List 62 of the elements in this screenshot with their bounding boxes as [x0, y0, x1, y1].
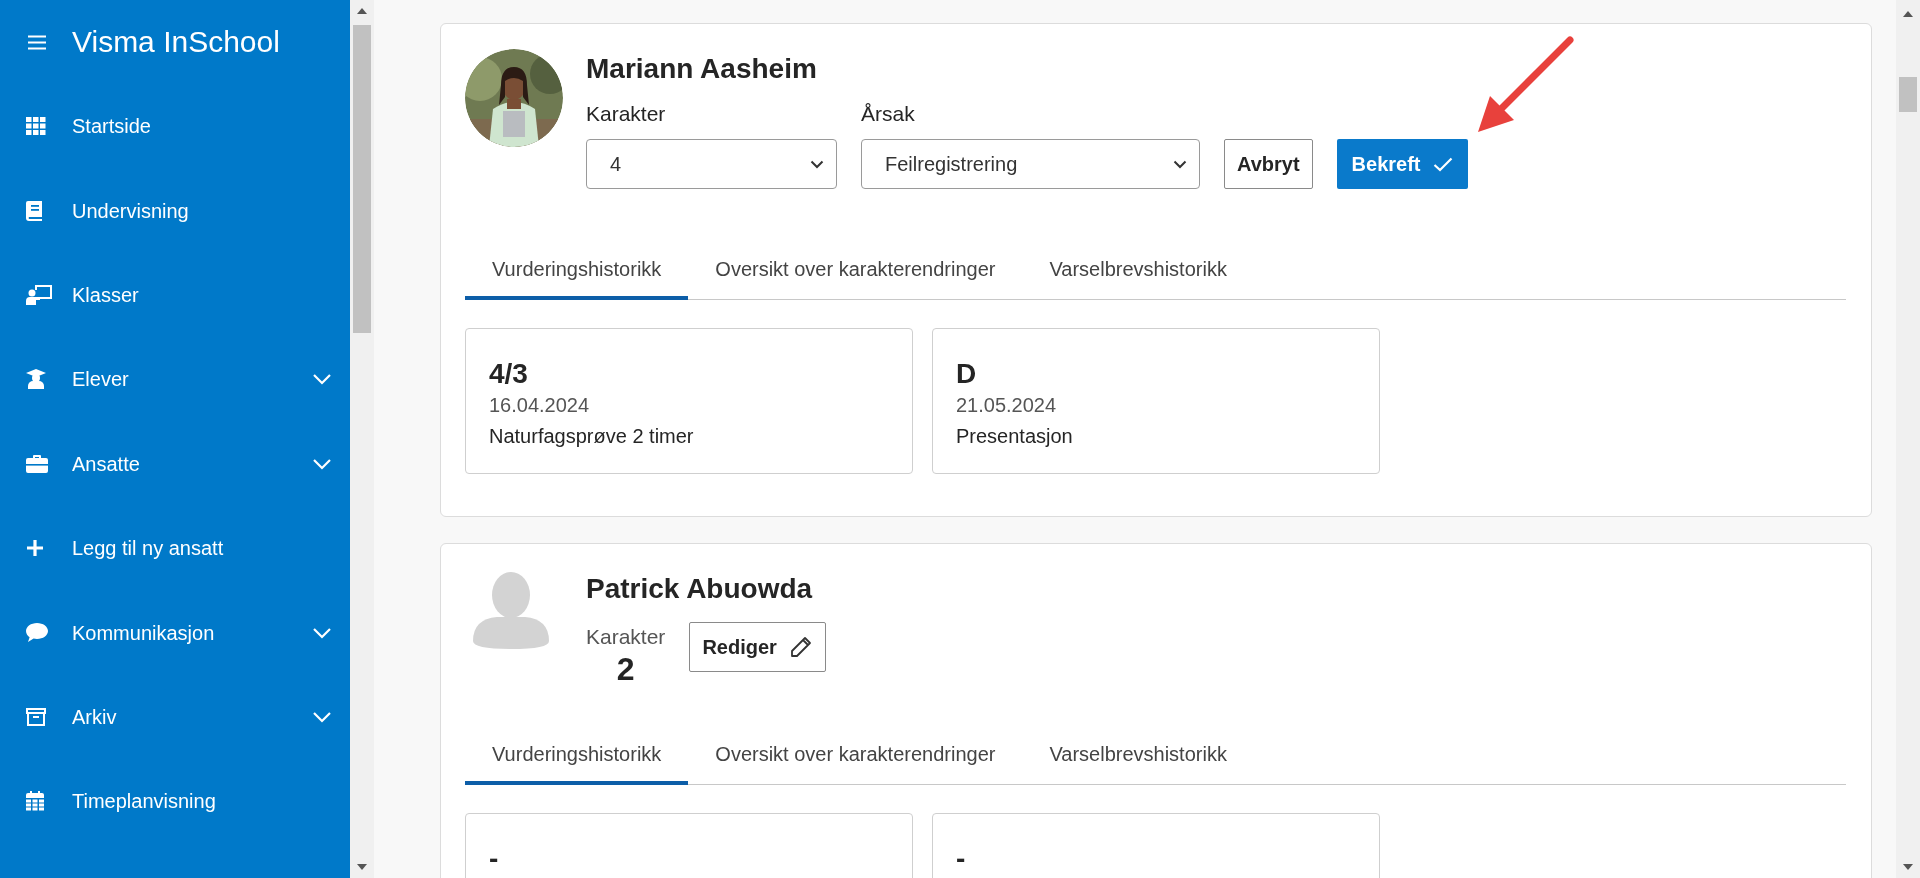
tab[interactable]: Vurderingshistorikk — [465, 726, 689, 785]
student-name: Mariann Aasheim — [586, 52, 818, 86]
pencil-icon — [788, 635, 813, 659]
student-name: Patrick Abuowda — [586, 572, 814, 606]
confirm-button[interactable]: Bekreft — [1336, 139, 1468, 189]
assessment-title: Naturfagsprøve 2 timer — [489, 424, 695, 449]
assessment-date: 21.05.2024 — [956, 393, 1058, 418]
assessment-date: 16.04.2024 — [489, 393, 591, 418]
caret-down-icon — [1173, 159, 1187, 169]
archive-box-icon — [26, 707, 46, 726]
sidebar-item[interactable]: Timeplanvisning — [0, 759, 350, 844]
grade-value: - — [956, 842, 967, 876]
sidebar-item[interactable]: Kommunikasjon — [0, 590, 350, 675]
scroll-thumb[interactable] — [353, 25, 371, 333]
scrollbar[interactable] — [350, 0, 374, 878]
tab[interactable]: Varselbrevshistorikk — [1022, 241, 1254, 300]
scroll-thumb[interactable] — [1899, 77, 1917, 112]
menu-button[interactable] — [28, 34, 46, 50]
scroll-up-icon[interactable] — [1903, 11, 1913, 17]
calendar-icon — [26, 791, 44, 812]
grade-value: - — [489, 842, 500, 876]
scroll-down-icon[interactable] — [1903, 864, 1913, 870]
scroll-up-icon[interactable] — [357, 8, 367, 14]
plus-icon — [26, 539, 44, 558]
tab[interactable]: Vurderingshistorikk — [465, 241, 689, 300]
sidebar-item[interactable]: Ansatte — [0, 421, 350, 506]
tab[interactable]: Oversikt over karakterendringer — [688, 726, 1023, 785]
app-title: Visma InSchool — [72, 27, 280, 57]
chevron-down-icon — [312, 710, 332, 723]
scroll-down-icon[interactable] — [357, 864, 367, 870]
briefcase-icon — [26, 454, 48, 473]
student-icon — [26, 369, 46, 390]
chevron-down-icon — [312, 626, 332, 639]
teacher-board-icon — [26, 284, 52, 305]
grade-label: Karakter — [586, 624, 666, 650]
cancel-button[interactable]: Avbryt — [1224, 139, 1313, 189]
grid-icon — [26, 117, 46, 136]
book-icon — [26, 200, 44, 221]
menu-icon — [28, 34, 46, 50]
caret-down-icon — [810, 159, 824, 169]
sidebar-item[interactable]: Klasser — [0, 252, 350, 338]
dropdown[interactable]: Feilregistrering — [861, 139, 1200, 189]
field-label: Karakter — [586, 101, 667, 127]
scrollbar[interactable] — [1896, 0, 1920, 878]
tab[interactable]: Oversikt over karakterendringer — [688, 241, 1023, 300]
dropdown[interactable]: 4 — [586, 139, 837, 189]
checkmark-icon — [1432, 156, 1453, 172]
assessment-title: Presentasjon — [956, 424, 1074, 449]
speech-bubble-icon — [26, 623, 48, 643]
tab[interactable]: Varselbrevshistorikk — [1022, 726, 1254, 785]
grade-value: 4/3 — [489, 357, 529, 391]
edit-button[interactable]: Rediger — [689, 622, 826, 672]
sidebar-item[interactable]: Arkiv — [0, 674, 350, 760]
chevron-down-icon — [312, 457, 332, 470]
sidebar-item[interactable]: Legg til ny ansatt — [0, 505, 350, 591]
grade-value: D — [956, 357, 978, 391]
grade-value: 2 — [616, 650, 635, 688]
field-label: Årsak — [861, 101, 916, 127]
sidebar-item[interactable]: Startside — [0, 84, 350, 169]
chevron-down-icon — [312, 373, 332, 386]
sidebar-item[interactable]: Undervisning — [0, 168, 350, 253]
sidebar-item[interactable]: Elever — [0, 337, 350, 422]
